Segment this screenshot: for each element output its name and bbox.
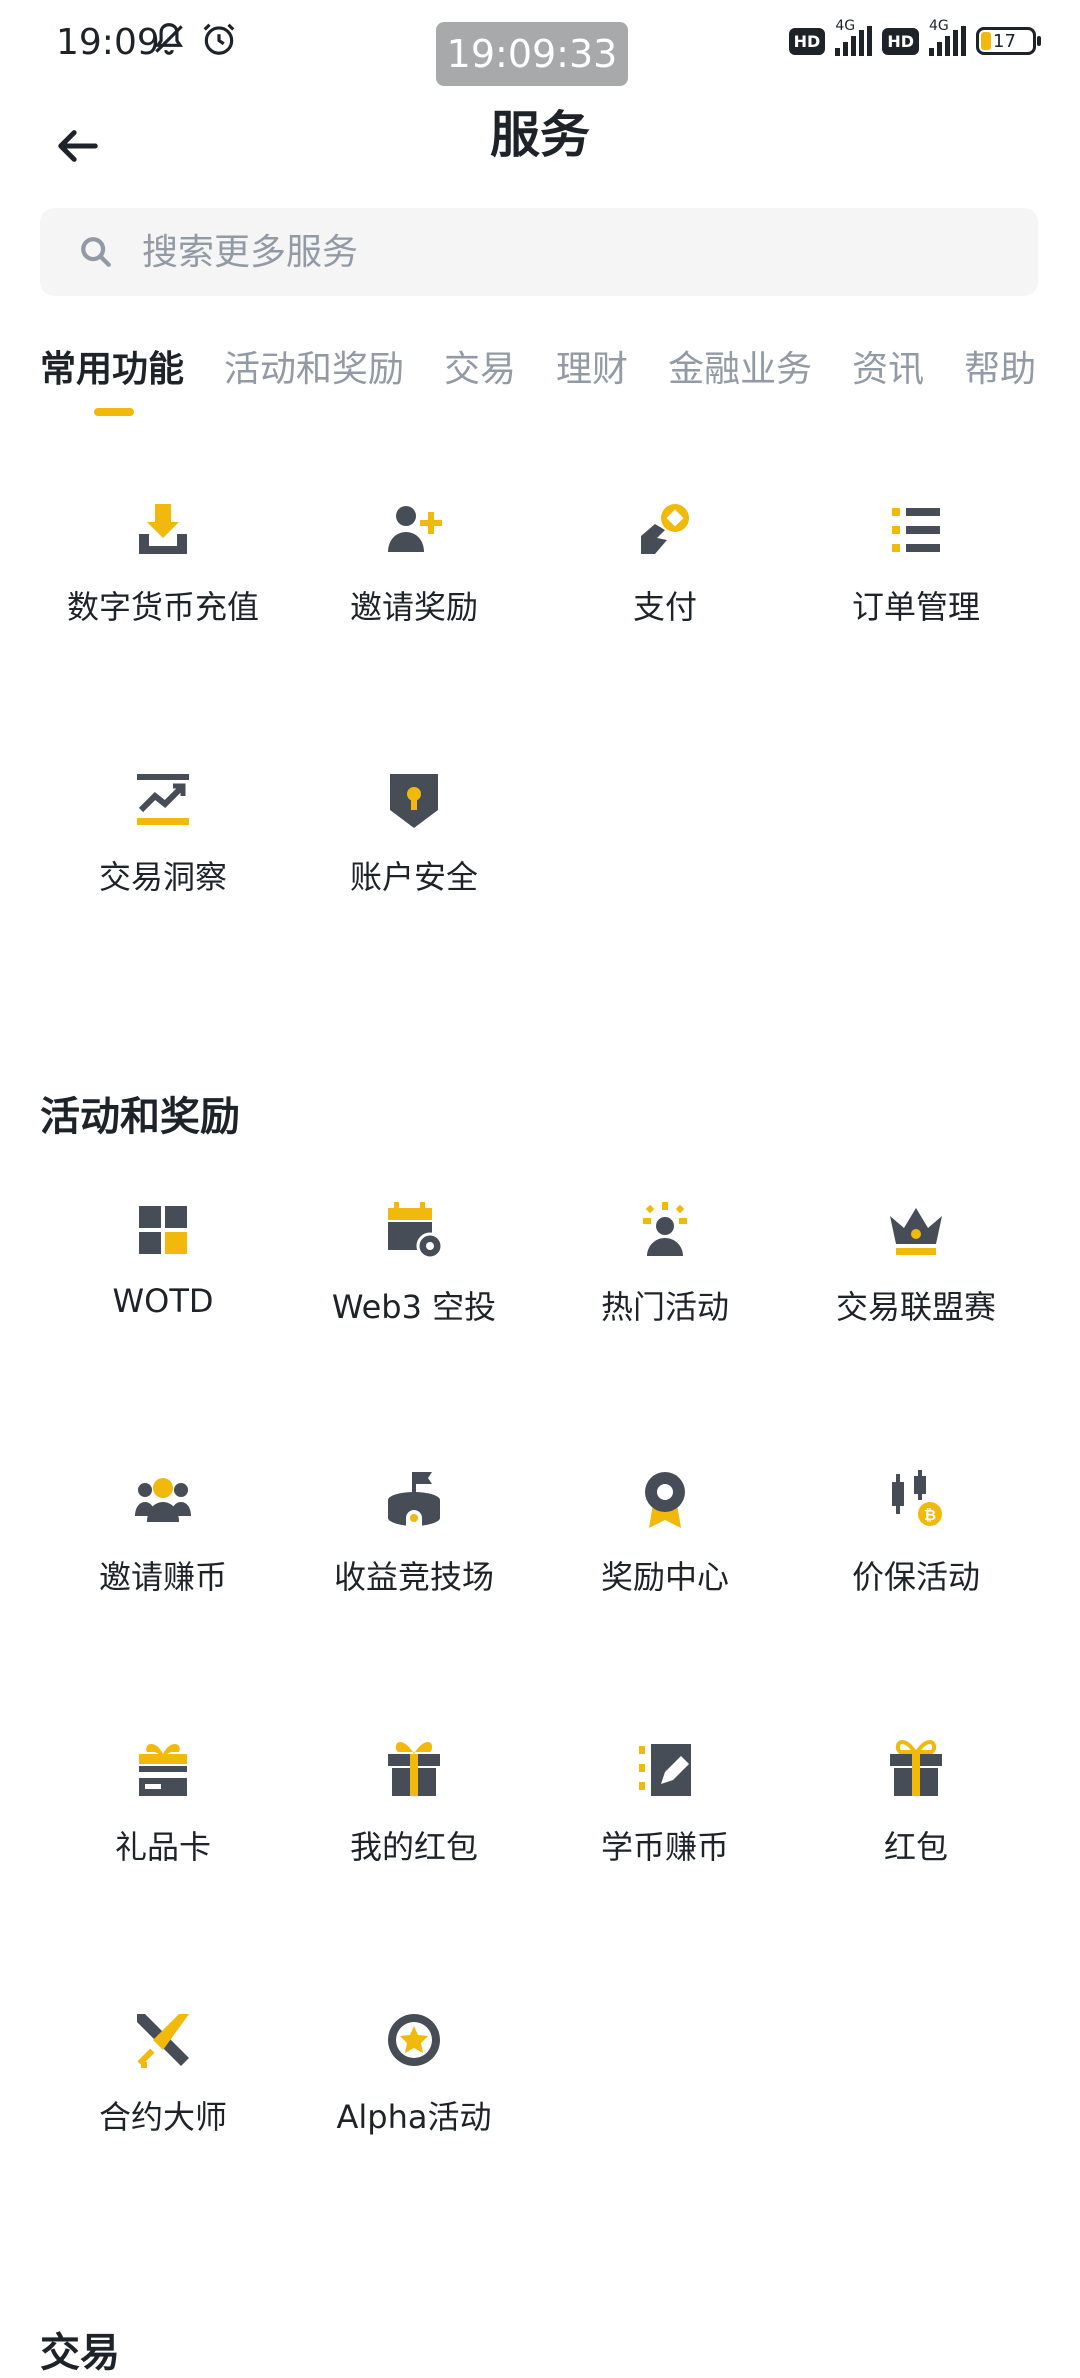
hd-badge: HD (788, 27, 826, 55)
alarm-icon (203, 23, 235, 55)
gift-box-icon (384, 1740, 444, 1800)
status-right-icons: HD 4G HD 4G 17 (788, 18, 1041, 56)
tab-earn[interactable]: 理财 (556, 340, 628, 416)
tab-finance[interactable]: 金融业务 (668, 340, 812, 416)
tab-rewards[interactable]: 活动和奖励 (224, 340, 404, 416)
pay-icon (635, 500, 695, 560)
service-label: 数字货币充值 (66, 588, 259, 626)
signal-icon: 4G (929, 18, 966, 56)
section-title-rewards: 活动和奖励 (40, 1094, 240, 1140)
gift-card-icon (133, 1740, 193, 1800)
service-label: 红包 (883, 1828, 948, 1866)
service-price-protection[interactable]: ₿ 价保活动 (791, 1470, 1041, 1640)
service-alpha-activity[interactable]: Alpha活动 (289, 2010, 539, 2180)
service-learn-earn[interactable]: 学币赚币 (540, 1740, 790, 1910)
service-label: 学币赚币 (600, 1828, 729, 1866)
crown-icon (886, 1200, 946, 1260)
status-left-icons (150, 20, 238, 58)
service-wotd[interactable]: WOTD (38, 1200, 288, 1370)
invite-earn-icon (133, 1470, 193, 1530)
learn-earn-icon (635, 1740, 695, 1800)
swords-icon (133, 2010, 193, 2070)
hd-badge: HD (882, 27, 919, 55)
arena-icon (384, 1470, 444, 1530)
service-label: 合约大师 (98, 2098, 227, 2136)
service-invite-earn[interactable]: 邀请赚币 (38, 1470, 288, 1640)
service-label: 礼品卡 (114, 1828, 211, 1866)
service-label: 奖励中心 (600, 1558, 729, 1596)
reward-badge-icon (635, 1470, 695, 1530)
service-trade-insight[interactable]: 交易洞察 (38, 770, 288, 940)
service-label: WOTD (112, 1282, 214, 1320)
hot-activity-icon (635, 1200, 695, 1260)
service-web3-airdrop[interactable]: Web3 空投 (289, 1200, 539, 1370)
header: 服务 (0, 96, 1080, 216)
tab-trade[interactable]: 交易 (444, 340, 516, 416)
service-orders[interactable]: 订单管理 (791, 500, 1041, 670)
search-icon (78, 234, 114, 270)
service-label: 邀请赚币 (98, 1558, 227, 1596)
airdrop-calendar-icon (384, 1200, 444, 1260)
search-input[interactable] (140, 230, 944, 274)
red-packet-icon (886, 1739, 946, 1800)
service-futures-master[interactable]: 合约大师 (38, 2010, 288, 2180)
service-my-red-packet[interactable]: 我的红包 (289, 1740, 539, 1910)
service-label: 支付 (632, 588, 697, 626)
mute-bell-icon (154, 23, 184, 55)
service-label: Web3 空投 (331, 1288, 497, 1326)
service-earn-arena[interactable]: 收益竞技场 (289, 1470, 539, 1640)
service-label: 收益竞技场 (333, 1558, 494, 1596)
service-label: 我的红包 (349, 1828, 478, 1866)
tab-help[interactable]: 帮助 (964, 340, 1036, 416)
category-tabs: 常用功能 活动和奖励 交易 理财 金融业务 资讯 帮助 (40, 340, 1080, 420)
service-label: 订单管理 (851, 588, 980, 626)
tab-common[interactable]: 常用功能 (40, 340, 184, 416)
service-pay[interactable]: 支付 (540, 500, 790, 670)
trade-insight-icon (133, 770, 193, 830)
service-label: 账户安全 (349, 858, 478, 896)
svg-text:₿: ₿ (924, 1506, 936, 1524)
service-account-security[interactable]: 账户安全 (289, 770, 539, 940)
signal-icon: 4G (835, 18, 873, 56)
status-bar: 19:09 19:09:33 HD 4G HD 4G 17 (0, 0, 1080, 96)
deposit-icon (133, 500, 193, 560)
service-gift-card[interactable]: 礼品卡 (38, 1740, 288, 1910)
add-user-icon (384, 500, 444, 560)
service-label: 交易洞察 (98, 858, 227, 896)
search-bar[interactable] (40, 208, 1038, 296)
service-label: 热门活动 (600, 1288, 729, 1326)
tab-news[interactable]: 资讯 (852, 340, 924, 416)
service-hot-activity[interactable]: 热门活动 (540, 1200, 790, 1370)
service-red-packet[interactable]: 红包 (791, 1739, 1041, 1910)
screen-recorder-clock: 19:09:33 (436, 22, 628, 86)
service-reward-center[interactable]: 奖励中心 (540, 1470, 790, 1640)
alpha-star-icon (384, 2010, 444, 2070)
page-title: 服务 (490, 106, 590, 164)
service-trading-league[interactable]: 交易联盟赛 (791, 1200, 1041, 1370)
order-list-icon (886, 500, 946, 560)
service-deposit[interactable]: 数字货币充值 (38, 500, 288, 670)
service-label: 交易联盟赛 (835, 1288, 996, 1326)
service-invite-reward[interactable]: 邀请奖励 (289, 500, 539, 670)
battery-icon: 17 (976, 27, 1041, 55)
section-title-trade: 交易 (40, 2330, 120, 2376)
wotd-icon (133, 1200, 193, 1260)
status-time: 19:09 (56, 22, 160, 63)
price-protect-icon: ₿ (886, 1470, 946, 1530)
service-label: 价保活动 (851, 1558, 980, 1596)
shield-icon (384, 770, 444, 830)
service-label: Alpha活动 (336, 2098, 492, 2136)
service-label: 邀请奖励 (349, 588, 478, 626)
